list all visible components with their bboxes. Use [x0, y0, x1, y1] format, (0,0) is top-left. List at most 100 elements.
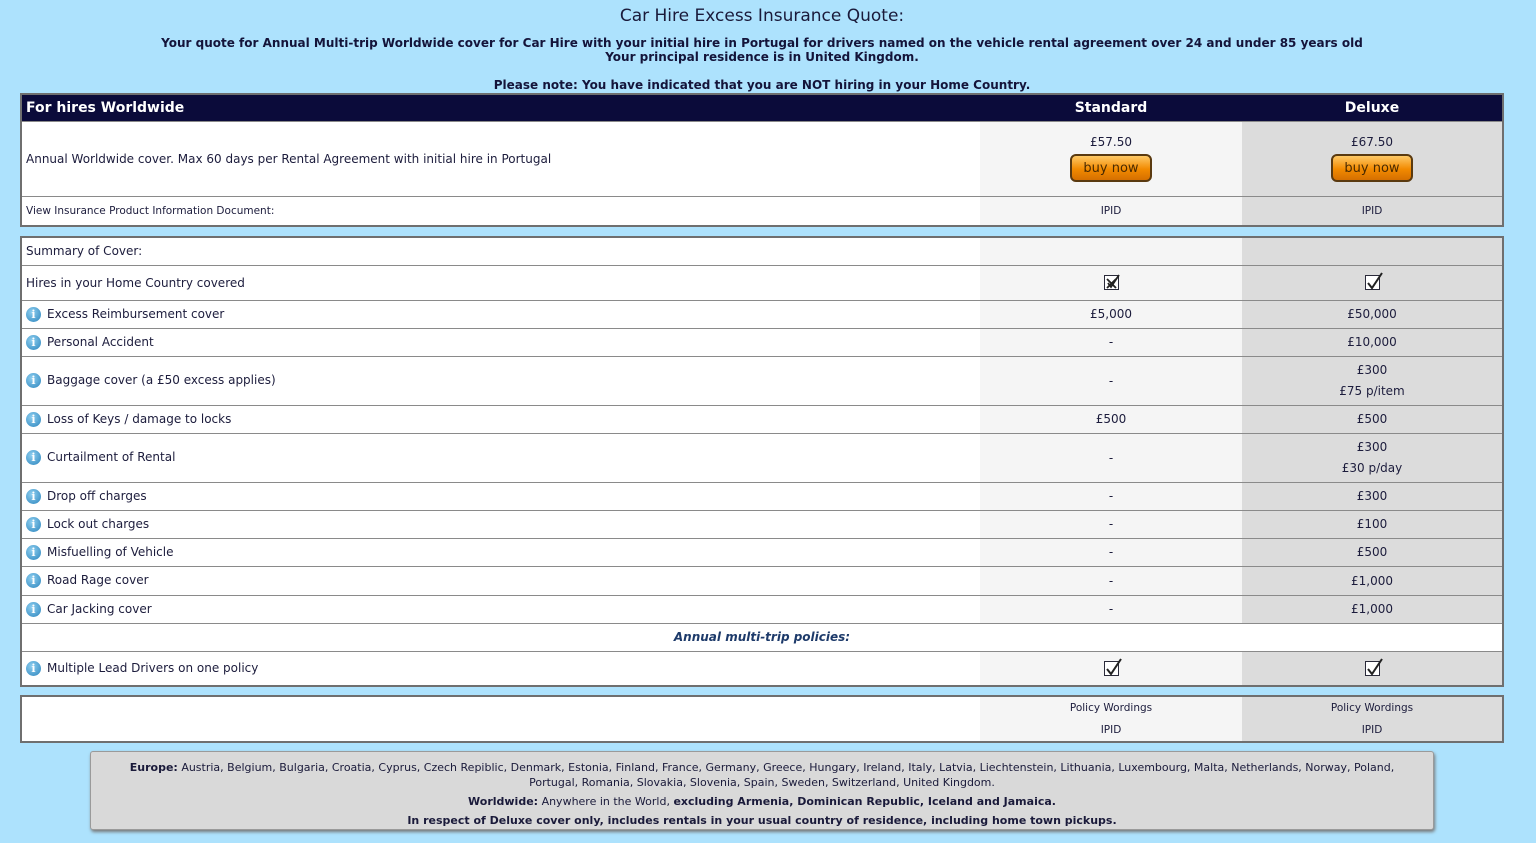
- row-label: Misfuelling of Vehicle: [47, 544, 174, 559]
- row-label: Lock out charges: [47, 516, 150, 531]
- table-row: i Drop off charges - £300: [21, 481, 1503, 510]
- row-label: Excess Reimbursement cover: [47, 306, 225, 321]
- home-country-label: Hires in your Home Country covered: [21, 264, 980, 300]
- row-label: Baggage cover (a £50 excess applies): [47, 373, 276, 387]
- row-deluxe: £300: [1356, 362, 1388, 377]
- info-icon[interactable]: i: [26, 660, 41, 676]
- checked-checkbox-icon: [1103, 658, 1122, 676]
- row-standard: -: [980, 355, 1242, 405]
- table-row: i Excess Reimbursement cover £5,000 £50,0…: [21, 299, 1503, 328]
- info-icon[interactable]: i: [26, 488, 41, 504]
- deluxe-price-cell: £67.50 buy now: [1242, 120, 1503, 196]
- standard-price: £57.50: [1090, 135, 1132, 149]
- residence-note: Your principal residence is in United Ki…: [605, 50, 919, 64]
- documents-row: Policy Wordings IPID Policy Wordings IPI…: [21, 696, 1503, 742]
- ipid-deluxe-link[interactable]: IPID: [1242, 195, 1503, 226]
- row-label: Road Rage cover: [47, 573, 149, 587]
- europe-line: Europe: Austria, Belgium, Bulgaria, Croa…: [111, 760, 1413, 790]
- header-standard: Standard: [980, 94, 1242, 121]
- row-label: Multiple Lead Drivers on one policy: [47, 660, 259, 675]
- row-standard: £500: [980, 404, 1242, 433]
- row-label: Loss of Keys / damage to locks: [47, 411, 232, 426]
- home-country-note: Please note: You have indicated that you…: [493, 78, 1031, 92]
- info-icon[interactable]: i: [26, 601, 41, 617]
- header-label: For hires Worldwide: [21, 94, 980, 121]
- row-label: Drop off charges: [47, 488, 147, 503]
- quote-description: Your quote for Annual Multi-trip Worldwi…: [161, 36, 1363, 50]
- row-standard: -: [980, 481, 1242, 510]
- worldwide-text: Anywhere in the World,: [541, 795, 670, 808]
- europe-label: Europe:: [129, 761, 178, 774]
- row-standard: -: [980, 327, 1242, 356]
- table-row: i Misfuelling of Vehicle - £500: [21, 537, 1503, 566]
- table-row: i Lock out charges - £100: [21, 509, 1503, 538]
- info-icon[interactable]: i: [26, 450, 41, 465]
- row-deluxe: £500: [1242, 404, 1503, 433]
- deluxe-price: £67.50: [1351, 135, 1393, 149]
- ipid-standard-link[interactable]: IPID: [980, 195, 1242, 226]
- worldwide-label: Worldwide:: [468, 795, 539, 808]
- europe-countries: Austria, Belgium, Bulgaria, Croatia, Cyp…: [181, 761, 1395, 789]
- row-standard: -: [980, 565, 1242, 595]
- row-deluxe: £50,000: [1242, 299, 1503, 328]
- ipid-row: View Insurance Product Information Docum…: [21, 195, 1503, 226]
- ipid-standard-doc-link[interactable]: IPID: [984, 719, 1238, 741]
- row-standard: -: [980, 594, 1242, 623]
- annual-heading-row: Annual multi-trip policies:: [21, 622, 1503, 651]
- deluxe-note-line: In respect of Deluxe cover only, include…: [111, 813, 1413, 828]
- crossed-checkbox-icon: [1103, 274, 1120, 290]
- home-country-row: Hires in your Home Country covered: [21, 264, 1503, 300]
- ipid-label: View Insurance Product Information Docum…: [21, 195, 980, 226]
- info-icon[interactable]: i: [26, 544, 41, 560]
- table-row: i Loss of Keys / damage to locks £500 £50…: [21, 404, 1503, 433]
- row-label: Car Jacking cover: [47, 601, 152, 616]
- info-icon[interactable]: i: [26, 516, 41, 532]
- row-deluxe: £300: [1356, 439, 1388, 454]
- documents-table: Policy Wordings IPID Policy Wordings IPI…: [20, 695, 1504, 743]
- header-deluxe: Deluxe: [1242, 94, 1503, 121]
- row-standard: -: [980, 509, 1242, 538]
- table-header-row: For hires Worldwide Standard Deluxe: [21, 94, 1503, 121]
- deluxe-note: In respect of Deluxe cover only, include…: [407, 814, 1117, 827]
- row-deluxe: £300: [1242, 481, 1503, 510]
- row-deluxe: £100: [1242, 509, 1503, 538]
- coverage-regions-box: Europe: Austria, Belgium, Bulgaria, Croa…: [90, 751, 1434, 830]
- row-deluxe-secondary: £30 p/day: [1341, 460, 1403, 475]
- checked-checkbox-icon: [1364, 272, 1383, 290]
- summary-table: Summary of Cover: Hires in your Home Cou…: [20, 236, 1504, 687]
- policy-wordings-standard-link[interactable]: Policy Wordings: [984, 697, 1238, 719]
- buy-now-deluxe-button[interactable]: buy now: [1331, 154, 1413, 182]
- annual-heading: Annual multi-trip policies:: [21, 622, 1503, 651]
- ipid-deluxe-doc-link[interactable]: IPID: [1246, 719, 1498, 741]
- row-deluxe: £10,000: [1242, 327, 1503, 356]
- policy-wordings-deluxe-link[interactable]: Policy Wordings: [1246, 697, 1498, 719]
- table-row: i Road Rage cover - £1,000: [21, 565, 1503, 595]
- buy-now-standard-button[interactable]: buy now: [1070, 154, 1152, 182]
- worldwide-exclusions: excluding Armenia, Dominican Republic, I…: [673, 795, 1056, 808]
- row-deluxe: £500: [1242, 537, 1503, 566]
- table-row: i Personal Accident - £10,000: [21, 327, 1503, 356]
- row-label: Curtailment of Rental: [47, 450, 176, 464]
- table-row: i Curtailment of Rental - £300 £30 p/day: [21, 432, 1503, 482]
- info-icon[interactable]: i: [26, 411, 41, 427]
- info-icon[interactable]: i: [26, 334, 41, 350]
- info-icon[interactable]: i: [26, 306, 41, 322]
- info-icon[interactable]: i: [26, 373, 41, 388]
- summary-heading: Summary of Cover:: [21, 237, 980, 265]
- checked-checkbox-icon: [1364, 658, 1383, 676]
- standard-price-cell: £57.50 buy now: [980, 120, 1242, 196]
- row-deluxe: £1,000: [1242, 594, 1503, 623]
- summary-heading-row: Summary of Cover:: [21, 237, 1503, 265]
- row-deluxe: £1,000: [1242, 565, 1503, 595]
- multi-driver-row: i Multiple Lead Drivers on one policy: [21, 650, 1503, 686]
- table-row: i Car Jacking cover - £1,000: [21, 594, 1503, 623]
- row-standard: -: [980, 537, 1242, 566]
- page-title: Car Hire Excess Insurance Quote:: [619, 6, 905, 26]
- quote-table: For hires Worldwide Standard Deluxe Annu…: [20, 93, 1504, 227]
- row-deluxe-secondary: £75 p/item: [1339, 383, 1405, 398]
- row-standard: -: [980, 432, 1242, 482]
- row-standard: £5,000: [980, 299, 1242, 328]
- info-icon[interactable]: i: [26, 573, 41, 588]
- row-label: Personal Accident: [47, 334, 154, 349]
- cover-row: Annual Worldwide cover. Max 60 days per …: [21, 120, 1503, 196]
